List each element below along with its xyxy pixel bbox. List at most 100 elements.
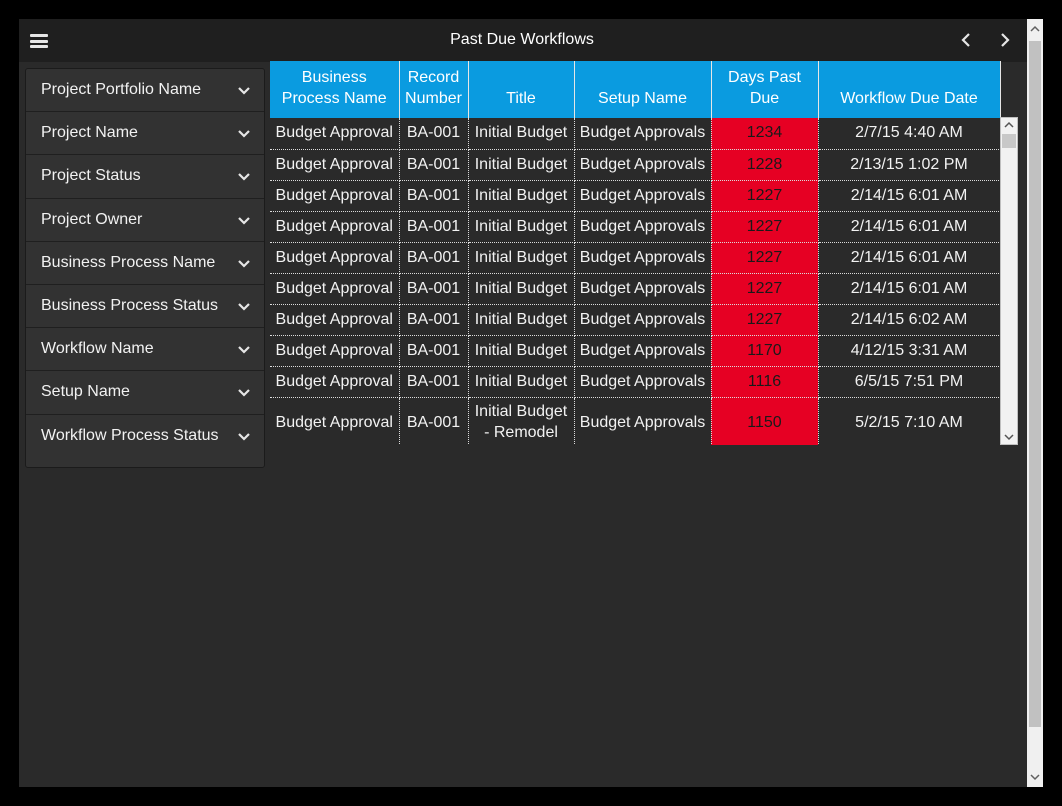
- table-cell: Initial Budget: [468, 366, 575, 398]
- table-row[interactable]: Budget Approval BA-001 Initial Budget Budge…: [270, 335, 1001, 367]
- grid-scrollbar-thumb[interactable]: [1002, 134, 1016, 148]
- table-cell: 5/2/15 7:10 AM: [818, 397, 1001, 445]
- table-cell: BA-001: [399, 211, 469, 243]
- table-cell: 1170: [711, 335, 819, 367]
- column-header[interactable]: Business Process Name: [270, 61, 400, 118]
- chevron-right-icon[interactable]: [993, 29, 1015, 51]
- chevron-left-icon[interactable]: [956, 29, 978, 51]
- filter-label: Project Owner: [41, 210, 143, 228]
- table-cell: BA-001: [399, 242, 469, 274]
- table-cell: 1150: [711, 397, 819, 445]
- table-row[interactable]: Budget Approval BA-001 Initial Budget Budge…: [270, 149, 1001, 181]
- chevron-down-icon: [238, 87, 250, 95]
- table-row[interactable]: Budget Approval BA-001 Initial Budget Budge…: [270, 304, 1001, 336]
- table-cell: Budget Approvals: [574, 397, 712, 445]
- filter-dropdown[interactable]: Project Name: [26, 112, 264, 156]
- table-cell: 2/14/15 6:02 AM: [818, 304, 1001, 336]
- filter-label: Project Portfolio Name: [41, 81, 202, 98]
- table-cell: 2/14/15 6:01 AM: [818, 211, 1001, 243]
- table-row[interactable]: Budget Approval BA-001 Initial Budget Budge…: [270, 211, 1001, 243]
- table-cell: Budget Approvals: [574, 304, 712, 336]
- chevron-down-icon: [238, 130, 250, 138]
- table-cell: 2/14/15 6:01 AM: [818, 180, 1001, 212]
- table-cell: 1227: [711, 273, 819, 305]
- table-cell: Budget Approval: [270, 273, 400, 305]
- table-cell: 1227: [711, 180, 819, 212]
- table-cell: Initial Budget: [468, 149, 575, 181]
- table-cell: 1227: [711, 242, 819, 274]
- table-cell: 6/5/15 7:51 PM: [818, 366, 1001, 398]
- filter-label: Workflow Process Status: [41, 426, 219, 444]
- column-header[interactable]: Setup Name: [574, 61, 712, 118]
- table-cell: Initial Budget: [468, 180, 575, 212]
- scroll-up-icon[interactable]: [1003, 120, 1015, 130]
- page-scrollbar[interactable]: [1027, 19, 1043, 787]
- title-bar: Past Due Workflows: [19, 19, 1043, 62]
- filter-dropdown[interactable]: Business Process Status: [26, 285, 264, 329]
- table-cell: Initial Budget: [468, 242, 575, 274]
- column-header[interactable]: Days Past Due: [711, 61, 819, 118]
- filter-dropdown[interactable]: Project Status: [26, 155, 264, 199]
- filter-label: Workflow Name: [41, 340, 154, 358]
- filter-dropdown[interactable]: Setup Name: [26, 371, 264, 415]
- workflows-grid: Business Process Name Record Number Title S…: [270, 61, 1020, 445]
- page-scroll-down-icon[interactable]: [1030, 773, 1040, 781]
- filter-panel: Project Portfolio Name Project Name Projec…: [25, 68, 265, 468]
- table-cell: Budget Approval: [270, 366, 400, 398]
- filter-dropdown[interactable]: Workflow Name: [26, 328, 264, 372]
- filter-dropdown[interactable]: Business Process Name: [26, 242, 264, 285]
- filter-dropdown[interactable]: Project Portfolio Name: [26, 69, 264, 113]
- table-cell: Initial Budget: [468, 273, 575, 305]
- table-cell: 1227: [711, 304, 819, 336]
- chevron-down-icon: [238, 259, 250, 268]
- table-cell: Budget Approvals: [574, 118, 712, 150]
- table-row[interactable]: Budget Approval BA-001 Initial Budget Budge…: [270, 242, 1001, 274]
- page-scroll-up-icon[interactable]: [1030, 25, 1040, 33]
- page-scrollbar-thumb[interactable]: [1029, 41, 1041, 727]
- table-cell: 1234: [711, 118, 819, 150]
- table-cell: Budget Approval: [270, 397, 400, 445]
- table-cell: Budget Approvals: [574, 273, 712, 305]
- table-cell: Budget Approvals: [574, 180, 712, 212]
- table-cell: Budget Approval: [270, 118, 400, 150]
- filter-label: Project Name: [41, 124, 138, 142]
- chevron-down-icon: [238, 173, 250, 181]
- table-cell: 2/7/15 4:40 AM: [818, 118, 1001, 150]
- column-header[interactable]: Workflow Due Date: [818, 61, 1001, 118]
- table-cell: Budget Approval: [270, 211, 400, 243]
- table-row[interactable]: Budget Approval BA-001 Initial Budget - Re…: [270, 397, 1001, 445]
- table-cell: Budget Approval: [270, 180, 400, 212]
- table-cell: Budget Approvals: [574, 242, 712, 274]
- chevron-down-icon: [238, 389, 250, 397]
- table-cell: 2/14/15 6:01 AM: [818, 273, 1001, 305]
- filter-dropdown[interactable]: Project Owner: [26, 199, 264, 242]
- filter-dropdown[interactable]: Workflow Process Status: [26, 415, 264, 458]
- table-row[interactable]: Budget Approval BA-001 Initial Budget Budge…: [270, 180, 1001, 212]
- table-cell: 2/13/15 1:02 PM: [818, 149, 1001, 181]
- table-cell: Budget Approval: [270, 242, 400, 274]
- column-header[interactable]: Record Number: [399, 61, 469, 118]
- table-cell: Budget Approvals: [574, 149, 712, 181]
- table-cell: BA-001: [399, 149, 469, 181]
- table-row[interactable]: Budget Approval BA-001 Initial Budget Budge…: [270, 273, 1001, 305]
- table-cell: BA-001: [399, 180, 469, 212]
- table-cell: 2/14/15 6:01 AM: [818, 242, 1001, 274]
- table-cell: BA-001: [399, 273, 469, 305]
- table-cell: Budget Approval: [270, 149, 400, 181]
- table-cell: 1116: [711, 366, 819, 398]
- table-cell: Initial Budget - Remodel: [468, 397, 575, 445]
- table-cell: BA-001: [399, 118, 469, 150]
- table-cell: Budget Approval: [270, 335, 400, 367]
- table-cell: BA-001: [399, 366, 469, 398]
- table-row[interactable]: Budget Approval BA-001 Initial Budget Budge…: [270, 366, 1001, 398]
- table-cell: 1228: [711, 149, 819, 181]
- column-header[interactable]: Title: [468, 61, 575, 118]
- filter-label: Setup Name: [41, 383, 130, 401]
- chevron-down-icon: [238, 303, 250, 311]
- table-row[interactable]: Budget Approval BA-001 Initial Budget Budge…: [270, 118, 1001, 150]
- app-window: Past Due Workflows Project Portfolio Nam…: [19, 19, 1043, 787]
- scroll-down-icon[interactable]: [1003, 432, 1015, 442]
- chevron-down-icon: [238, 216, 250, 225]
- table-cell: Initial Budget: [468, 304, 575, 336]
- grid-scrollbar[interactable]: [1000, 117, 1018, 445]
